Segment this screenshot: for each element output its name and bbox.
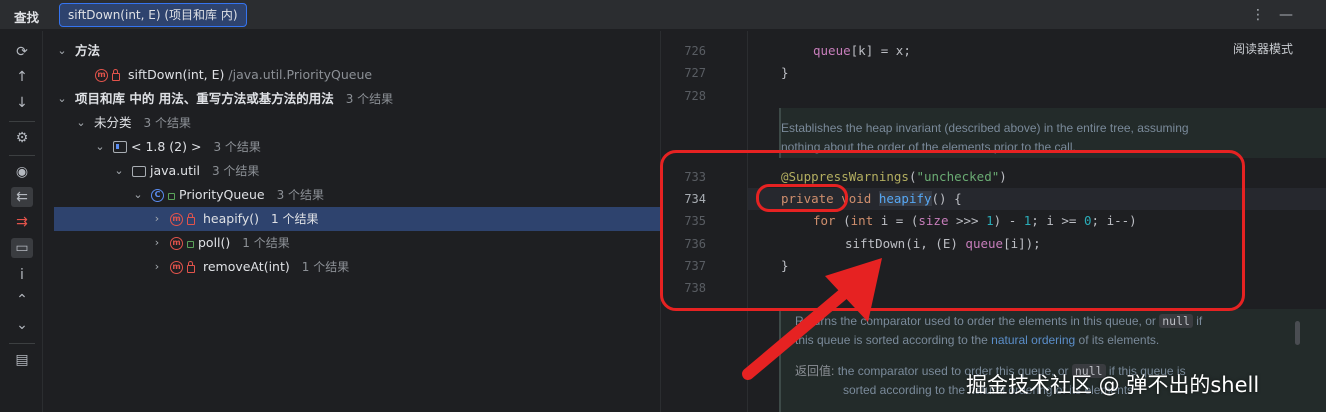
jdk-label: < 1.8 (2) > xyxy=(131,139,202,154)
toolbar-divider xyxy=(9,121,35,122)
export-icon[interactable]: ⇉ xyxy=(11,212,33,232)
annotation-private-circle xyxy=(756,184,848,212)
target-method-label: siftDown(int, E) xyxy=(128,67,225,82)
line-number: 728 xyxy=(684,89,706,103)
tool-window-header: 查找 siftDown(int, E) (项目和库 内) ⋮ — xyxy=(0,0,1326,30)
chevron-right-icon[interactable]: › xyxy=(151,207,163,231)
class-label: PriorityQueue xyxy=(179,187,265,202)
tree-node-jdk[interactable]: ⌄ < 1.8 (2) > 3 个结果 xyxy=(54,135,660,159)
chevron-right-icon[interactable]: › xyxy=(151,255,163,279)
chevron-down-icon[interactable]: ⌄ xyxy=(56,39,68,63)
method-icon: m xyxy=(170,236,183,250)
public-lock-icon xyxy=(168,193,175,200)
method-icon: m xyxy=(170,260,183,274)
tree-node-methods[interactable]: ⌄ 方法 xyxy=(54,39,660,63)
package-count: 3 个结果 xyxy=(211,164,260,178)
tree-node-target-method[interactable]: m siftDown(int, E) /java.util.PriorityQu… xyxy=(54,63,660,87)
class-count: 3 个结果 xyxy=(276,188,325,202)
method-icon: m xyxy=(95,68,108,82)
line-number: 727 xyxy=(684,66,706,80)
collapse-all-icon[interactable]: ⌄ xyxy=(11,315,33,335)
down-arrow-icon[interactable]: ↓ xyxy=(11,93,33,113)
tree-node-usages[interactable]: ⌄ 项目和库 中的 用法、重写方法或基方法的用法 3 个结果 xyxy=(54,87,660,111)
chevron-down-icon[interactable]: ⌄ xyxy=(75,111,87,135)
jdk-count: 3 个结果 xyxy=(213,140,261,154)
tree-node-uncategorized[interactable]: ⌄ 未分类 3 个结果 xyxy=(54,111,660,135)
chevron-down-icon[interactable]: ⌄ xyxy=(132,183,144,207)
package-icon xyxy=(132,165,146,177)
lock-icon xyxy=(112,68,120,81)
code-line-727: } xyxy=(781,65,789,80)
up-arrow-icon[interactable]: ↑ xyxy=(11,67,33,87)
tab-siftdown-usages[interactable]: siftDown(int, E) (项目和库 内) xyxy=(59,3,247,27)
settings-icon[interactable]: ⚙ xyxy=(11,128,33,148)
method-icon: m xyxy=(170,212,183,226)
rerun-icon[interactable]: ⟳ xyxy=(11,42,33,62)
item-label: poll() xyxy=(198,235,231,250)
item-count: 1 个结果 xyxy=(301,260,350,274)
layout-icon[interactable]: ▤ xyxy=(11,350,33,370)
chevron-down-icon[interactable]: ⌄ xyxy=(113,159,125,183)
preview-icon[interactable]: ◉ xyxy=(11,162,33,182)
public-lock-icon xyxy=(187,241,194,248)
class-icon: C xyxy=(151,188,164,202)
lock-icon xyxy=(187,260,195,273)
group-folder-icon[interactable]: ▭ xyxy=(11,238,33,258)
natural-ordering-link[interactable]: natural ordering xyxy=(991,333,1075,347)
line-number: 726 xyxy=(684,44,706,58)
more-options-icon[interactable]: ⋮ xyxy=(1248,5,1268,25)
tree-node-removeat[interactable]: › m removeAt(int) 1 个结果 xyxy=(54,255,660,279)
toolbar-divider xyxy=(9,155,35,156)
tree-node-heapify[interactable]: › m heapify() 1 个结果 xyxy=(54,207,660,231)
library-icon xyxy=(113,141,127,153)
expand-all-icon[interactable]: ⌃ xyxy=(11,290,33,310)
toolbar-divider xyxy=(9,343,35,344)
usages-tree: ⌄ 方法 m siftDown(int, E) /java.util.Prior… xyxy=(44,31,660,412)
chevron-right-icon[interactable]: › xyxy=(151,231,163,255)
item-label: heapify() xyxy=(203,211,260,226)
left-toolbar: ⟳ ↑ ↓ ⚙ ◉ ⇇ ⇉ ▭ i ⌃ ⌄ ▤ xyxy=(0,31,43,412)
chevron-down-icon[interactable]: ⌄ xyxy=(56,87,68,111)
tool-window-title: 查找 xyxy=(14,10,40,25)
code-line-726: queue[k] = x; xyxy=(813,43,911,58)
import-icon[interactable]: ⇇ xyxy=(11,187,33,207)
minimize-icon[interactable]: — xyxy=(1276,5,1296,25)
annotation-arrow-icon xyxy=(742,258,882,380)
item-label: removeAt(int) xyxy=(203,259,290,274)
usages-header: 项目和库 中的 用法、重写方法或基方法的用法 xyxy=(75,91,334,106)
package-label: java.util xyxy=(150,163,200,178)
tree-node-label: 方法 xyxy=(75,43,101,58)
vertical-scrollbar[interactable] xyxy=(1295,321,1300,345)
item-count: 1 个结果 xyxy=(242,236,290,250)
chevron-down-icon[interactable]: ⌄ xyxy=(94,135,106,159)
tree-node-class[interactable]: ⌄ C PriorityQueue 3 个结果 xyxy=(54,183,660,207)
uncategorized-label: 未分类 xyxy=(94,115,132,130)
usages-count: 3 个结果 xyxy=(345,92,394,106)
target-method-path: /java.util.PriorityQueue xyxy=(228,67,373,82)
info-icon[interactable]: i xyxy=(11,265,33,285)
reader-mode-button[interactable]: 阅读器模式 xyxy=(1233,40,1293,57)
tree-node-package[interactable]: ⌄ java.util 3 个结果 xyxy=(54,159,660,183)
item-count: 1 个结果 xyxy=(271,212,319,226)
watermark: 掘金技术社区 @ 弹不出的shell xyxy=(966,373,1260,397)
lock-icon xyxy=(187,212,195,225)
tree-node-poll[interactable]: › m poll() 1 个结果 xyxy=(54,231,660,255)
uncategorized-count: 3 个结果 xyxy=(143,116,191,130)
